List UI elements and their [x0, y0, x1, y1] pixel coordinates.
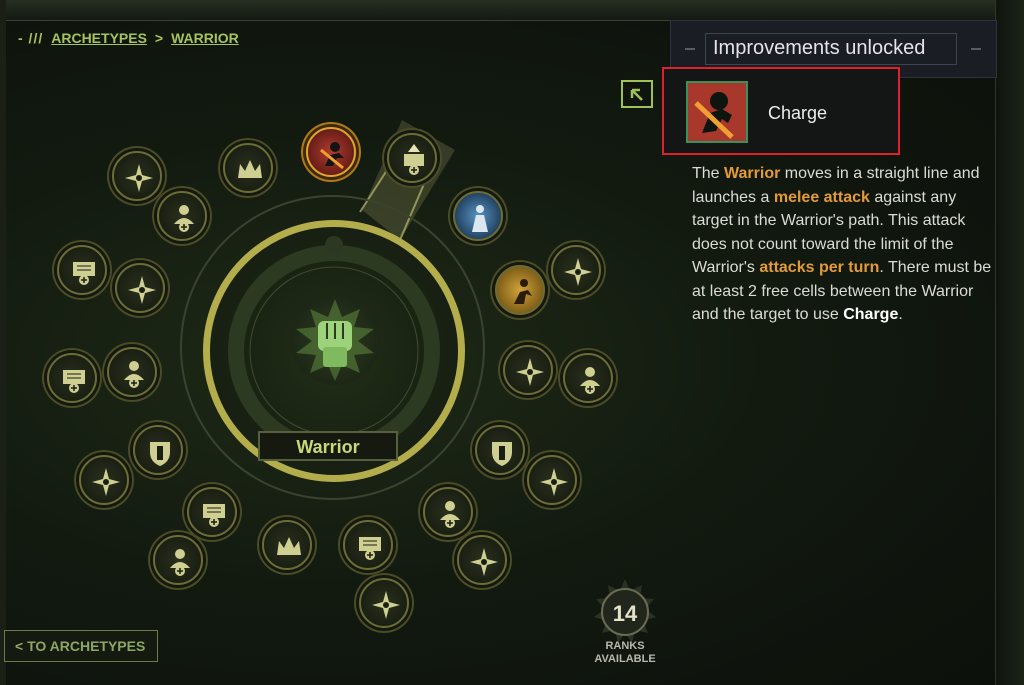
back-to-archetypes-button[interactable]: < TO ARCHETYPES [4, 630, 158, 662]
archetype-emblem [290, 295, 380, 385]
soldier-plus-icon [580, 367, 600, 394]
skill-node[interactable] [79, 455, 129, 505]
skill-tree-screen: - /// ARCHETYPES > WARRIOR Improvements … [0, 0, 1024, 685]
skill-node[interactable] [475, 425, 525, 475]
ranks-available-indicator: 14 RANKS AVAILABLE [590, 579, 660, 670]
soldier-plus-icon [440, 501, 460, 528]
runner-icon [514, 279, 532, 304]
skill-node[interactable] [343, 520, 393, 570]
book-plus-icon [63, 370, 85, 393]
skill-node[interactable] [57, 245, 107, 295]
skill-node[interactable] [133, 425, 183, 475]
compass-star-icon [564, 258, 592, 286]
skill-node[interactable] [107, 347, 157, 397]
shield-emblem-icon [492, 442, 512, 466]
skill-node[interactable] [527, 455, 577, 505]
ring-decoration [228, 236, 440, 457]
archetype-name-plate: Warrior [258, 431, 398, 461]
charge-icon [320, 142, 344, 170]
skill-node[interactable] [457, 535, 507, 585]
back-button-label: < TO ARCHETYPES [15, 638, 146, 654]
compass-star-icon [92, 468, 120, 496]
compass-star-icon [128, 276, 156, 304]
ranks-label: RANKS AVAILABLE [590, 640, 660, 666]
skill-node[interactable] [153, 535, 203, 585]
archetype-name: Warrior [296, 437, 360, 457]
book-plus-icon [359, 537, 381, 560]
book-plus-icon [203, 504, 225, 527]
compass-star-icon [125, 164, 153, 192]
compass-star-icon [372, 591, 400, 619]
skill-node[interactable] [453, 191, 503, 241]
skill-node[interactable] [306, 127, 356, 177]
skill-node[interactable] [423, 487, 473, 537]
soldier-plus-icon [174, 205, 194, 232]
skill-node[interactable] [112, 151, 162, 201]
compass-star-icon [470, 548, 498, 576]
skill-node[interactable] [187, 487, 237, 537]
figure-icon [472, 205, 488, 232]
skill-node[interactable] [495, 265, 545, 315]
raised-fist-icon [296, 299, 374, 381]
skill-node[interactable] [563, 353, 613, 403]
ranks-label-line2: AVAILABLE [594, 653, 656, 665]
book-plus-icon [73, 262, 95, 285]
skill-node[interactable] [503, 345, 553, 395]
compass-star-icon [516, 358, 544, 386]
shield-upgrade-icon [404, 144, 424, 175]
skill-node[interactable] [47, 353, 97, 403]
skill-node[interactable] [157, 191, 207, 241]
skill-node[interactable] [262, 520, 312, 570]
ranks-count: 14 [601, 588, 649, 636]
skill-node[interactable] [223, 143, 273, 193]
compass-star-icon [540, 468, 568, 496]
crown-icon [277, 537, 301, 555]
skill-node[interactable] [115, 263, 165, 313]
skill-node[interactable] [551, 245, 601, 295]
skill-node[interactable] [359, 578, 409, 628]
ranks-label-line1: RANKS [605, 640, 645, 652]
shield-emblem-icon [150, 442, 170, 466]
soldier-plus-icon [124, 361, 144, 388]
soldier-plus-icon [170, 549, 190, 576]
crown-icon [238, 160, 262, 178]
skill-node[interactable] [387, 133, 437, 183]
